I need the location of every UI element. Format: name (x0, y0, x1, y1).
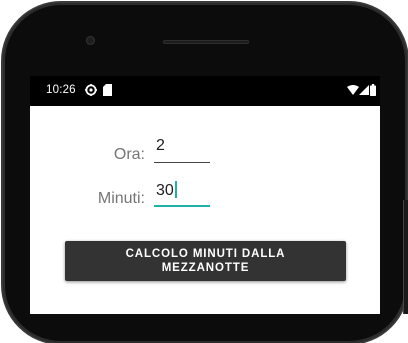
calculate-minutes-button[interactable]: CALCOLO MINUTI DALLA MEZZANOTTE (65, 241, 346, 281)
battery-icon (370, 84, 376, 99)
hour-input-underline (154, 162, 210, 163)
hour-input-value: 2 (156, 137, 165, 154)
status-time: 10:26 (46, 84, 76, 96)
settings-gear-icon (85, 84, 97, 99)
phone-frame: 10:26 Ora: 2 Minuti: 30 CALCOLO MINUTI D… (0, 0, 408, 343)
screen: 10:26 Ora: 2 Minuti: 30 CALCOLO MINUTI D… (30, 76, 380, 314)
earpiece-speaker (163, 40, 249, 44)
signal-icon (359, 85, 369, 98)
hour-input[interactable]: 2 (154, 135, 210, 163)
calculate-minutes-button-label: CALCOLO MINUTI DALLA MEZZANOTTE (125, 248, 286, 274)
power-button (403, 200, 408, 314)
front-camera (86, 36, 95, 45)
hour-label: Ora: (113, 146, 145, 163)
wifi-icon (347, 85, 359, 98)
sd-card-icon (103, 84, 112, 99)
minutes-input-value: 30 (156, 182, 174, 199)
minutes-input[interactable]: 30 (154, 179, 210, 207)
minutes-input-underline (154, 205, 210, 207)
minutes-label: Minuti: (97, 190, 145, 207)
app-content: Ora: 2 Minuti: 30 CALCOLO MINUTI DALLA M… (30, 106, 380, 314)
text-cursor (174, 181, 177, 198)
status-bar: 10:26 (30, 76, 380, 106)
